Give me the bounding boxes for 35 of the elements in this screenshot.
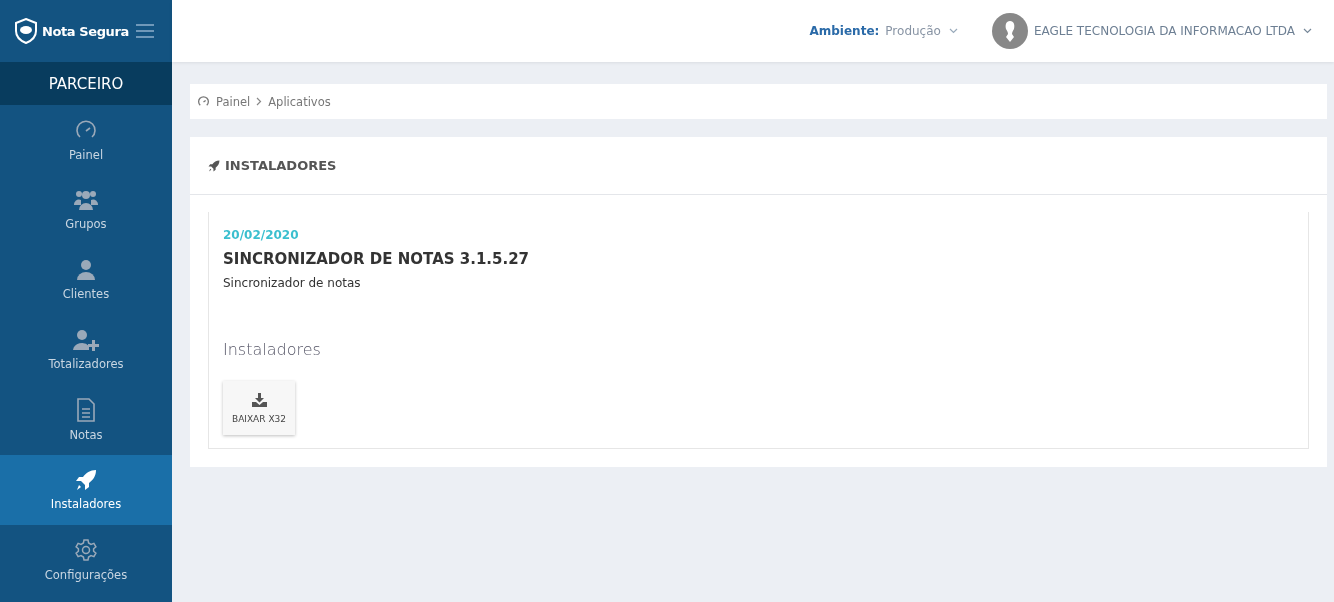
release-date: 20/02/2020 [223, 228, 300, 242]
gauge-icon [197, 95, 210, 108]
panel-title: INSTALADORES [225, 158, 337, 173]
sidebar-item[interactable]: Totalizadores [0, 315, 172, 385]
chevron-down-icon [948, 28, 958, 34]
rocket-icon [208, 159, 220, 172]
sidebar-item[interactable]: Painel [0, 105, 172, 175]
avatar-icon [991, 13, 1028, 49]
app-title: SINCRONIZADOR DE NOTAS 3.1.5.27 [223, 250, 531, 268]
gear-icon [74, 538, 98, 562]
section-heading: Instaladores [223, 340, 322, 359]
breadcrumb-link[interactable]: Painel [216, 94, 251, 109]
download-button[interactable]: BAIXAR X32 [223, 381, 295, 435]
sidebar-item[interactable]: Clientes [0, 245, 172, 315]
sidebar-item[interactable]: Configurações [0, 525, 172, 595]
sidebar-item[interactable]: Instaladores [0, 455, 172, 525]
chevron-down-icon [1303, 28, 1312, 34]
user-icon [76, 259, 96, 281]
user-plus-icon [73, 329, 99, 351]
environment-label: Ambiente: [809, 24, 880, 38]
menu-icon[interactable] [136, 24, 154, 38]
environment-dropdown[interactable]: Produção [885, 24, 958, 38]
sidebar-item[interactable]: Notas [0, 385, 172, 455]
users-icon [73, 189, 99, 211]
chevron-right-icon [256, 97, 263, 106]
brand-name: Nota Segura [42, 23, 129, 39]
sidebar-section-header: PARCEIRO [0, 62, 172, 105]
shield-logo-icon [14, 18, 38, 44]
document-icon [76, 398, 96, 422]
breadcrumb-current: Aplicativos [268, 94, 331, 109]
sidebar-item[interactable]: Grupos [0, 175, 172, 245]
rocket-icon [75, 469, 97, 491]
download-icon [251, 392, 267, 407]
app-description: Sincronizador de notas [223, 276, 362, 290]
company-dropdown[interactable]: EAGLE TECNOLOGIA DA INFORMACAO LTDA [1033, 24, 1312, 38]
